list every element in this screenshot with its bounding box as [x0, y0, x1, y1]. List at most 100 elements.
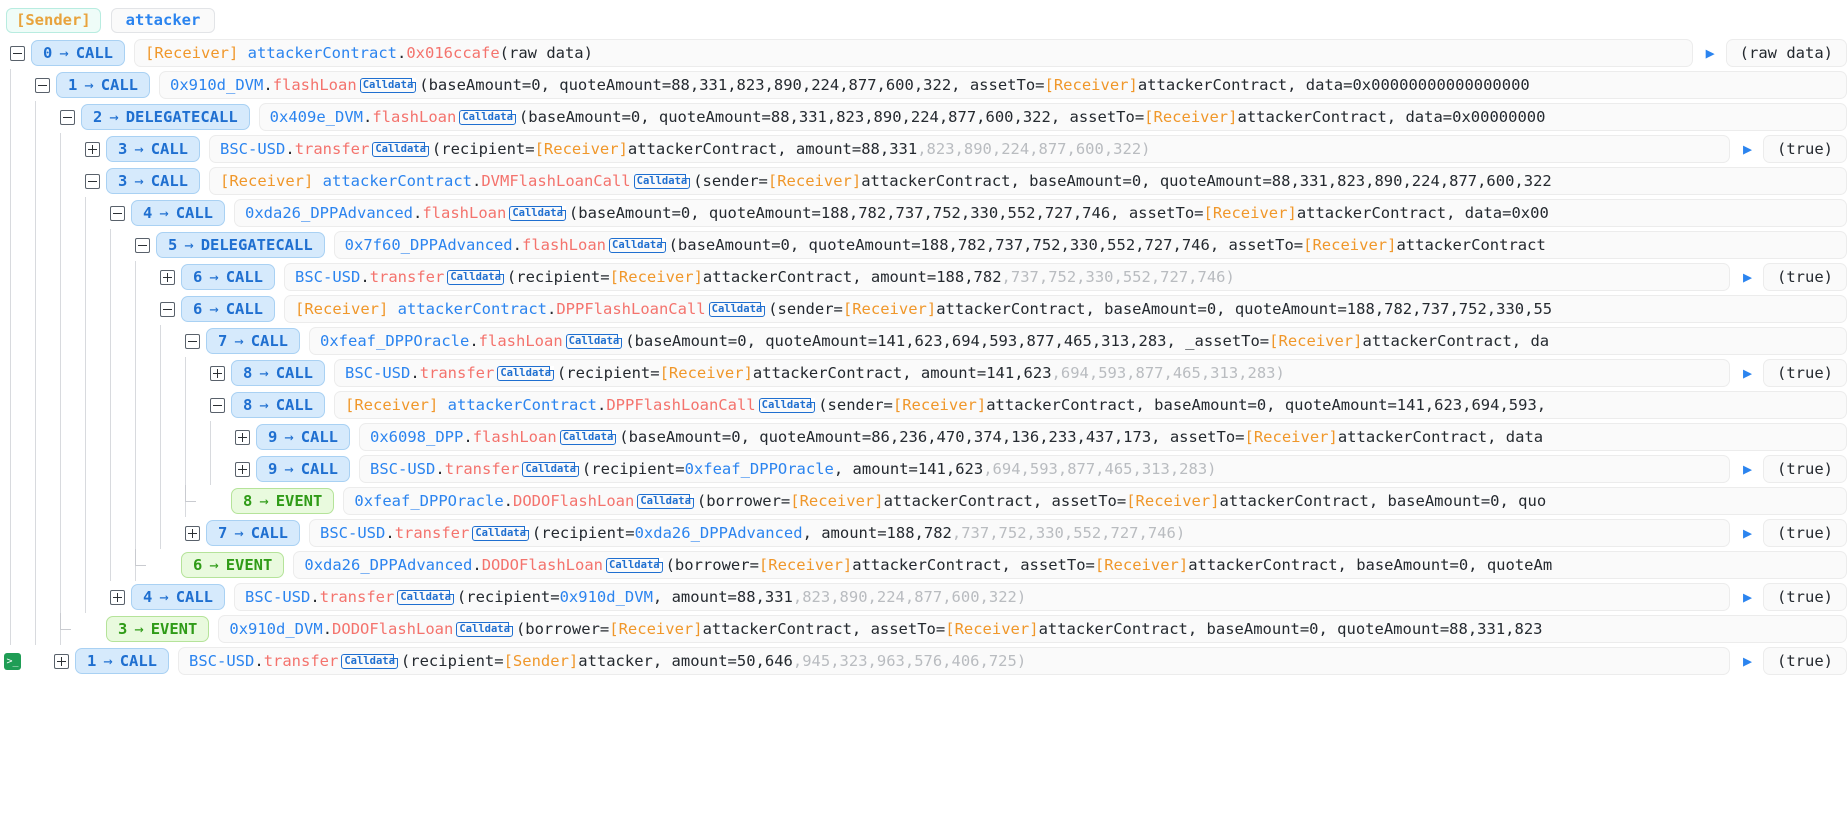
trace-row[interactable]: 4 → CALL BSC-USD.transfer Calldata (recipient… [0, 581, 1847, 613]
call-signature[interactable]: 0x409e_DVM.flashLoan Calldata (baseAmount=… [258, 103, 1847, 131]
call-badge[interactable]: 6 → CALL [181, 264, 276, 290]
call-signature[interactable]: 0x910d_DVM.DODOFlashLoan Calldata (borrowe… [218, 615, 1847, 643]
trace-row[interactable]: 2 → DELEGATECALL 0x409e_DVM.flashLoan Callda… [0, 101, 1847, 133]
calldata-badge[interactable]: Calldata [456, 622, 513, 637]
trace-row[interactable]: 1 → CALL 0x910d_DVM.flashLoan Calldata (baseA… [0, 69, 1847, 101]
trace-row[interactable]: >_ 1 → CALL BSC-USD.transfer Calldata (recipie… [0, 645, 1847, 677]
call-badge[interactable]: 7 → CALL [206, 328, 301, 354]
collapse-toggle[interactable] [160, 301, 175, 317]
event-badge[interactable]: 6 → EVENT [181, 552, 285, 578]
calldata-badge[interactable]: Calldata [459, 110, 516, 125]
call-signature[interactable]: BSC-USD.transfer Calldata (recipient=[Send… [178, 647, 1730, 675]
trace-row[interactable]: 3 → CALL BSC-USD.transfer Calldata (recipient… [0, 133, 1847, 165]
call-badge[interactable]: 8 → CALL [231, 392, 326, 418]
trace-row[interactable]: 8 → CALL [Receiver] attackerContract.DPPFla… [0, 389, 1847, 421]
calldata-badge[interactable]: Calldata [758, 398, 816, 413]
calldata-badge[interactable]: Calldata [359, 78, 417, 93]
expand-toggle[interactable] [235, 461, 250, 477]
event-badge[interactable]: 3 → EVENT [106, 616, 210, 642]
call-badge[interactable]: 9 → CALL [256, 424, 351, 450]
expand-toggle[interactable] [210, 365, 225, 381]
call-signature[interactable]: BSC-USD.transfer Calldata (recipient=[Rece… [334, 359, 1730, 387]
call-badge[interactable]: 2 → DELEGATECALL [81, 104, 250, 130]
trace-row[interactable]: 0 → CALL [Receiver] attackerContract.0x016c… [0, 37, 1847, 69]
call-badge[interactable]: 4 → CALL [131, 584, 226, 610]
call-signature[interactable]: 0xda26_DPPAdvanced.flashLoan Calldata (bas… [234, 199, 1847, 227]
return-arrow-icon[interactable]: ▶ [1743, 588, 1752, 606]
call-badge[interactable]: 4 → CALL [131, 200, 226, 226]
calldata-badge[interactable]: Calldata [509, 206, 566, 221]
call-signature[interactable]: BSC-USD.transfer Calldata (recipient=[Rece… [284, 263, 1730, 291]
call-badge[interactable]: 5 → DELEGATECALL [156, 232, 325, 258]
trace-row[interactable]: 4 → CALL 0xda26_DPPAdvanced.flashLoan Callda… [0, 197, 1847, 229]
expand-toggle[interactable] [235, 429, 250, 445]
trace-row[interactable]: 7 → CALL 0xfeaf_DPPOracle.flashLoan Calldata… [0, 325, 1847, 357]
collapse-toggle[interactable] [135, 237, 150, 253]
calldata-badge[interactable]: Calldata [609, 238, 666, 253]
collapse-toggle[interactable] [60, 109, 75, 125]
expand-toggle[interactable] [185, 525, 200, 541]
calldata-badge[interactable]: Calldata [341, 654, 398, 669]
event-badge[interactable]: 8 → EVENT [231, 488, 335, 514]
call-signature[interactable]: BSC-USD.transfer Calldata (recipient=0xfea… [359, 455, 1730, 483]
trace-row[interactable]: 6 → CALL BSC-USD.transfer Calldata (recipient… [0, 261, 1847, 293]
calldata-badge[interactable]: Calldata [397, 590, 454, 605]
call-badge[interactable]: 1 → CALL [75, 648, 170, 674]
return-arrow-icon[interactable]: ▶ [1743, 140, 1752, 158]
call-badge[interactable]: 3 → CALL [106, 136, 201, 162]
calldata-badge[interactable]: Calldata [606, 558, 663, 573]
return-arrow-icon[interactable]: ▶ [1743, 524, 1752, 542]
call-signature[interactable]: 0xfeaf_DPPOracle.flashLoan Calldata (baseA… [309, 327, 1847, 355]
calldata-badge[interactable]: Calldata [472, 526, 529, 541]
calldata-badge[interactable]: Calldata [633, 174, 691, 189]
calldata-badge[interactable]: Calldata [372, 142, 429, 157]
call-badge[interactable]: 7 → CALL [206, 520, 301, 546]
trace-row[interactable]: 7 → CALL BSC-USD.transfer Calldata (recipient… [0, 517, 1847, 549]
call-signature[interactable]: BSC-USD.transfer Calldata (recipient=0x910… [234, 583, 1730, 611]
expand-toggle[interactable] [54, 653, 69, 669]
trace-row[interactable]: 3 → CALL [Receiver] attackerContract.DVMFla… [0, 165, 1847, 197]
collapse-toggle[interactable] [185, 333, 200, 349]
trace-row[interactable]: 6 → EVENT 0xda26_DPPAdvanced.DODOFlashLoan C… [0, 549, 1847, 581]
trace-row[interactable]: 6 → CALL [Receiver] attackerContract.DPPFla… [0, 293, 1847, 325]
calldata-badge[interactable]: Calldata [637, 494, 694, 509]
calldata-badge[interactable]: Calldata [708, 302, 766, 317]
calldata-badge[interactable]: Calldata [559, 430, 617, 445]
call-badge[interactable]: 9 → CALL [256, 456, 351, 482]
return-arrow-icon[interactable]: ▶ [1743, 460, 1752, 478]
collapse-toggle[interactable] [210, 397, 225, 413]
call-badge[interactable]: 3 → CALL [106, 168, 201, 194]
expand-toggle[interactable] [85, 141, 100, 157]
call-signature[interactable]: BSC-USD.transfer Calldata (recipient=0xda2… [309, 519, 1730, 547]
calldata-badge[interactable]: Calldata [522, 462, 579, 477]
return-arrow-icon[interactable]: ▶ [1743, 364, 1752, 382]
expand-toggle[interactable] [110, 589, 125, 605]
collapse-toggle[interactable] [10, 45, 25, 61]
collapse-toggle[interactable] [110, 205, 125, 221]
call-badge[interactable]: 8 → CALL [231, 360, 326, 386]
call-signature[interactable]: 0x910d_DVM.flashLoan Calldata (baseAmount=… [159, 71, 1847, 99]
trace-row[interactable]: 8 → CALL BSC-USD.transfer Calldata (recipient… [0, 357, 1847, 389]
call-signature[interactable]: 0xda26_DPPAdvanced.DODOFlashLoan Calldata… [293, 551, 1847, 579]
calldata-badge[interactable]: Calldata [447, 270, 504, 285]
calldata-badge[interactable]: Calldata [497, 366, 554, 381]
call-signature[interactable]: [Receiver] attackerContract.DPPFlashLoan… [334, 391, 1847, 419]
calldata-badge[interactable]: Calldata [565, 334, 623, 349]
expand-toggle[interactable] [160, 269, 175, 285]
call-signature[interactable]: [Receiver] attackerContract.0x016ccafe(r… [134, 39, 1693, 67]
actor-chip[interactable]: attacker [110, 7, 216, 33]
trace-row[interactable]: 5 → DELEGATECALL 0x7f60_DPPAdvanced.flashLo… [0, 229, 1847, 261]
trace-row[interactable]: 9 → CALL 0x6098_DPP.flashLoan Calldata (baseA… [0, 421, 1847, 453]
call-signature[interactable]: 0xfeaf_DPPOracle.DODOFlashLoan Calldata (b… [343, 487, 1847, 515]
collapse-toggle[interactable] [85, 173, 100, 189]
call-badge[interactable]: 6 → CALL [181, 296, 276, 322]
call-signature[interactable]: 0x7f60_DPPAdvanced.flashLoan Calldata (bas… [333, 231, 1847, 259]
call-signature[interactable]: [Receiver] attackerContract.DVMFlashLoan… [209, 167, 1847, 195]
collapse-toggle[interactable] [35, 77, 50, 93]
call-signature[interactable]: 0x6098_DPP.flashLoan Calldata (baseAmount=… [359, 423, 1847, 451]
return-arrow-icon[interactable]: ▶ [1743, 268, 1752, 286]
return-arrow-icon[interactable]: ▶ [1743, 652, 1752, 670]
call-signature[interactable]: [Receiver] attackerContract.DPPFlashLoan… [284, 295, 1847, 323]
return-arrow-icon[interactable]: ▶ [1706, 44, 1715, 62]
trace-row[interactable]: 9 → CALL BSC-USD.transfer Calldata (recipient… [0, 453, 1847, 485]
